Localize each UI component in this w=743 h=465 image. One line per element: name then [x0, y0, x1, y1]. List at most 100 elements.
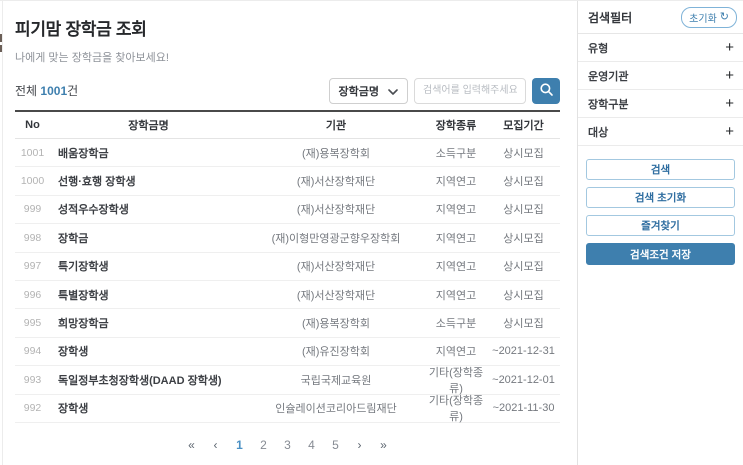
pagination-first[interactable]: « [184, 435, 199, 455]
table-row[interactable]: 997 특기장학생 (재)서산장학재단 지역연고 상시모집 [15, 253, 560, 281]
cell-name: 특기장학생 [58, 261, 109, 274]
cell-org: (재)서산장학재단 [296, 289, 376, 302]
page-title: 피기맘 장학금 조회 [15, 20, 147, 39]
pagination-page-2[interactable]: 2 [256, 435, 271, 455]
cell-no: 1000 [20, 175, 45, 188]
pagination-last[interactable]: » [376, 435, 391, 455]
cell-name: 장학생 [58, 346, 89, 359]
cell-name: 희망장학금 [58, 318, 109, 331]
filter-section-label: 운영기관 [588, 70, 629, 83]
cell-org: (재)서산장학재단 [296, 204, 376, 217]
table-row[interactable]: 994 장학생 (재)유진장학회 지역연고 ~2021-12-31 [15, 338, 560, 367]
filter-header: 검색필터 초기화 ↻ [578, 1, 743, 34]
column-header-type: 장학종류 [435, 120, 477, 132]
filter-section-category[interactable]: 장학구분 + [578, 90, 743, 118]
cell-name: 성적우수장학생 [58, 204, 129, 217]
table-row[interactable]: 996 특별장학생 (재)서산장학재단 지역연고 상시모집 [15, 281, 560, 310]
pagination-page-4[interactable]: 4 [304, 435, 319, 455]
pagination-page-5[interactable]: 5 [328, 435, 343, 455]
table-row[interactable]: 995 희망장학금 (재)용복장학회 소득구분 상시모집 [15, 309, 560, 338]
filter-section-organization[interactable]: 운영기관 + [578, 62, 743, 90]
pagination-page-3[interactable]: 3 [280, 435, 295, 455]
cell-period: 상시모집 [503, 232, 544, 245]
save-search-conditions-button[interactable]: 검색조건 저장 [586, 243, 735, 265]
cell-period: 상시모집 [503, 147, 544, 160]
search-action-button[interactable]: 검색 [586, 159, 735, 180]
filter-reset-label: 초기화 [689, 13, 717, 25]
column-header-period: 모집기간 [503, 120, 544, 132]
cell-org: 국립국제교육원 [300, 374, 372, 387]
favorites-button[interactable]: 즐겨찾기 [586, 215, 735, 236]
search-controls: 장학금명 [328, 77, 560, 104]
table-row[interactable]: 993 독일정부초청장학생(DAAD 장학생) 국립국제교육원 기타(장학종류) ~20… [15, 366, 560, 395]
cell-type: 지역연고 [435, 176, 477, 189]
cell-org: (재)서산장학재단 [296, 176, 376, 189]
search-field-dropdown-value: 장학금명 [338, 85, 379, 98]
search-input[interactable] [414, 77, 526, 104]
cell-org: (재)서산장학재단 [296, 261, 376, 274]
search-field-dropdown[interactable]: 장학금명 [328, 77, 408, 104]
cell-period: 상시모집 [503, 318, 544, 331]
plus-icon: + [725, 123, 734, 140]
cell-type: 소득구분 [435, 147, 477, 160]
cell-type: 지역연고 [435, 346, 477, 359]
pagination-page-1[interactable]: 1 [232, 435, 247, 455]
plus-icon: + [725, 39, 734, 56]
refresh-icon: ↻ [719, 10, 729, 23]
cell-type: 기타(장학종류) [428, 395, 484, 424]
total-count-value: 1001 [40, 84, 68, 98]
cell-type: 지역연고 [435, 204, 477, 217]
column-header-org: 기관 [325, 120, 347, 132]
column-header-no: No [25, 119, 40, 131]
pagination-next[interactable]: › [352, 435, 367, 455]
cell-no: 994 [23, 345, 42, 358]
cell-period: ~2021-11-30 [492, 402, 555, 415]
cell-type: 기타(장학종류) [428, 366, 484, 395]
cell-period: 상시모집 [503, 176, 544, 189]
search-reset-button[interactable]: 검색 초기화 [586, 187, 735, 208]
cell-name: 배움장학금 [58, 147, 109, 160]
cell-no: 1001 [20, 146, 45, 159]
column-header-name: 장학금명 [128, 120, 169, 132]
cell-no: 993 [23, 373, 42, 386]
cell-no: 996 [23, 288, 42, 301]
pagination-prev[interactable]: ‹ [208, 435, 223, 455]
table-row[interactable]: 999 성적우수장학생 (재)서산장학재단 지역연고 상시모집 [15, 196, 560, 225]
filter-section-label: 유형 [588, 42, 609, 55]
table-row[interactable]: 992 장학생 인슐레이션코리아드림재단 기타(장학종류) ~2021-11-30 [15, 395, 560, 423]
search-icon [539, 82, 554, 100]
scholarship-search-page: 피기맘 장학금 조회 나에게 맞는 장학금을 찾아보세요! 전체 1001건 장… [0, 0, 743, 465]
filter-title: 검색필터 [588, 10, 633, 25]
table-header-row: No 장학금명 기관 장학종류 모집기간 [15, 110, 560, 139]
cell-name: 독일정부초청장학생(DAAD 장학생) [58, 374, 222, 387]
cell-org: (재)용복장학회 [301, 318, 371, 331]
filter-section-target[interactable]: 대상 + [578, 118, 743, 146]
cell-org: 인슐레이션코리아드림재단 [275, 403, 397, 416]
cell-type: 지역연고 [435, 232, 477, 245]
page-subtitle: 나에게 맞는 장학금을 찾아보세요! [15, 52, 169, 64]
table-row[interactable]: 998 장학금 (재)이형만영광군향우장학회 지역연고 상시모집 [15, 224, 560, 253]
cell-type: 지역연고 [435, 261, 477, 274]
cell-name: 특별장학생 [58, 289, 109, 302]
cell-org: (재)용복장학회 [301, 147, 371, 160]
cell-org: (재)이형만영광군향우장학회 [271, 232, 401, 245]
cell-no: 999 [23, 203, 42, 216]
cell-period: ~2021-12-31 [492, 345, 555, 358]
filter-section-label: 대상 [588, 126, 609, 139]
search-button[interactable] [532, 77, 560, 104]
filter-section-label: 장학구분 [588, 98, 629, 111]
table-row[interactable]: 1001 배움장학금 (재)용복장학회 소득구분 상시모집 [15, 139, 560, 168]
filter-reset-button[interactable]: 초기화 ↻ [681, 6, 737, 28]
filter-sidebar: 검색필터 초기화 ↻ 유형 + 운영기관 + 장학구분 + 대상 + 검색 검색… [577, 1, 743, 465]
cell-period: 상시모집 [503, 204, 544, 217]
cell-period: 상시모집 [503, 289, 544, 302]
filter-actions: 검색 검색 초기화 즐겨찾기 검색조건 저장 [578, 159, 743, 265]
filter-section-type[interactable]: 유형 + [578, 34, 743, 62]
plus-icon: + [725, 67, 734, 84]
table-row[interactable]: 1000 선행·효행 장학생 (재)서산장학재단 지역연고 상시모집 [15, 167, 560, 196]
cell-type: 소득구분 [435, 318, 477, 331]
plus-icon: + [725, 95, 734, 112]
cell-no: 998 [23, 231, 42, 244]
cell-no: 995 [23, 317, 42, 330]
cell-no: 992 [23, 402, 42, 415]
